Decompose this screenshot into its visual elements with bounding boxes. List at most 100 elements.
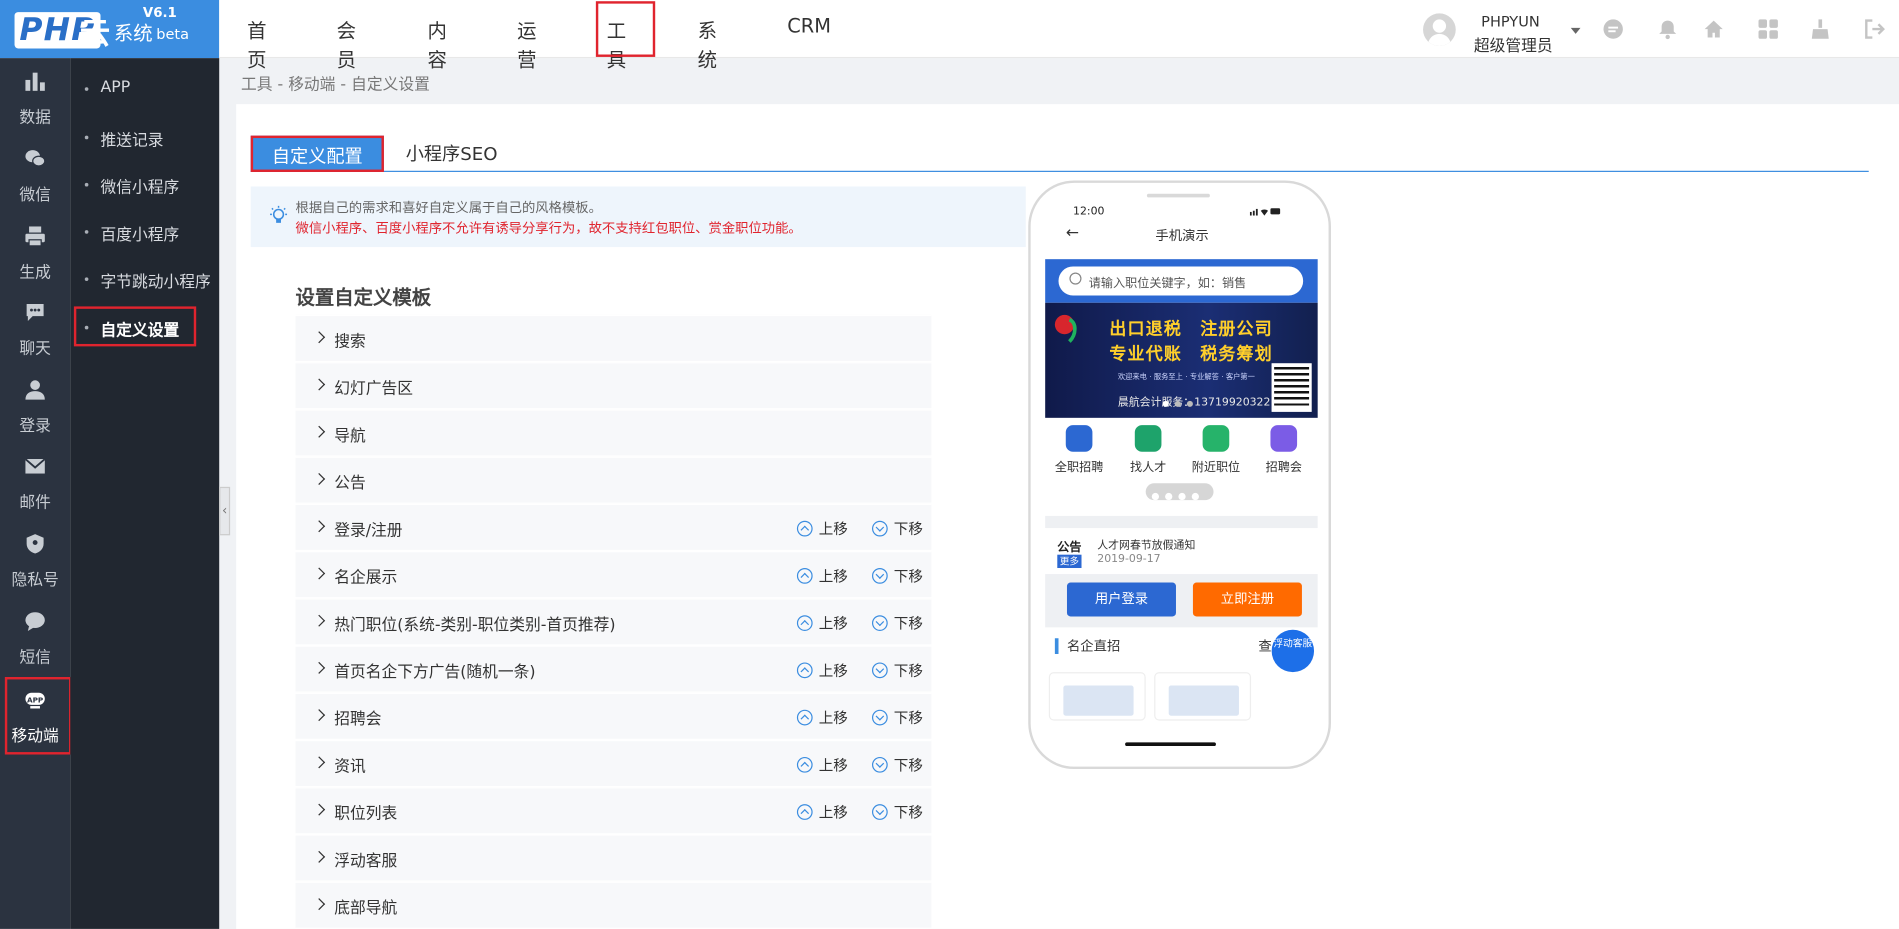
chevron-right-icon[interactable] — [313, 425, 326, 438]
move-up-button[interactable]: 上移 — [796, 518, 848, 539]
tab-mini-seo[interactable]: 小程序SEO — [406, 140, 498, 165]
chevron-right-icon[interactable] — [313, 331, 326, 344]
phone-search-input[interactable]: 请输入职位关键字，如：销售 — [1058, 266, 1304, 296]
chevron-right-icon[interactable] — [313, 472, 326, 485]
bullet-icon — [84, 182, 89, 187]
chevron-right-icon[interactable] — [313, 709, 326, 722]
company-image — [1168, 685, 1239, 716]
module-row-news[interactable]: 资讯 上移 下移 — [295, 739, 932, 787]
move-down-button[interactable]: 下移 — [871, 755, 923, 776]
module-row-job-fair[interactable]: 招聘会 上移 下移 — [295, 692, 932, 739]
move-down-button[interactable]: 下移 — [871, 707, 923, 728]
chevron-right-icon[interactable] — [313, 614, 326, 627]
module-row-job-list[interactable]: 职位列表 上移 下移 — [295, 787, 932, 834]
phone-notice-more[interactable]: 更多 — [1057, 554, 1082, 569]
sidebar-collapse-handle[interactable]: ‹ — [219, 486, 231, 536]
move-up-button[interactable]: 上移 — [796, 660, 848, 681]
chevron-right-icon[interactable] — [313, 378, 326, 391]
grid-icon[interactable] — [1757, 18, 1779, 40]
user-role: 超级管理员 — [1473, 37, 1553, 56]
tab-custom-config[interactable]: 自定义配置 — [250, 135, 384, 172]
phone-notice[interactable]: 公告 更多 人才网春节放假通知 2019-09-17 — [1045, 534, 1317, 573]
phone-nav-nearby[interactable]: 附近职位 — [1182, 423, 1250, 475]
module-row-hot-jobs[interactable]: 热门职位(系统-类别-职位类别-首页推荐) 上移 下移 — [295, 598, 932, 645]
submenu-item-wechat-mini[interactable]: 微信小程序 — [70, 167, 219, 203]
sidebar-item-wechat[interactable]: 微信 — [0, 136, 70, 211]
module-row-bottom-nav[interactable]: 底部导航 — [295, 881, 932, 928]
phone-home-indicator — [1125, 742, 1216, 747]
logo-version: V6.1 — [142, 4, 177, 21]
sidebar-item-chat[interactable]: 聊天 — [0, 289, 70, 364]
chevron-right-icon[interactable] — [313, 661, 326, 674]
topnav-crm[interactable]: CRM — [787, 15, 831, 38]
arrow-up-circle-icon — [796, 709, 813, 726]
topnav-members[interactable]: 会员 — [337, 15, 356, 73]
phone-login-button[interactable]: 用户登录 — [1066, 582, 1176, 617]
module-row-slides[interactable]: 幻灯广告区 — [295, 362, 932, 409]
sidebar-item-label: 数据 — [19, 108, 51, 128]
sidebar-item-data[interactable]: 数据 — [0, 58, 70, 133]
chevron-right-icon[interactable] — [313, 567, 326, 580]
submenu-item-bytedance-mini[interactable]: 字节跳动小程序 — [70, 262, 219, 298]
submenu-item-app[interactable]: APP — [70, 71, 219, 107]
chevron-down-icon[interactable] — [1570, 27, 1581, 34]
sidebar-item-sms[interactable]: 短信 — [0, 598, 70, 673]
topnav-home[interactable]: 首页 — [247, 15, 266, 73]
module-row-notice[interactable]: 公告 — [295, 456, 932, 503]
sidebar-item-generate[interactable]: 生成 — [0, 213, 70, 288]
section-title: 设置自定义模板 — [295, 285, 432, 309]
phone-nav-jobfair[interactable]: 招聘会 — [1250, 423, 1318, 475]
move-down-button[interactable]: 下移 — [871, 613, 923, 634]
company-card[interactable] — [1048, 672, 1146, 721]
topnav-system[interactable]: 系统 — [698, 15, 717, 73]
chevron-right-icon[interactable] — [313, 850, 326, 863]
module-label: 首页名企下方广告(随机一条) — [334, 663, 536, 682]
banner-line1: 出口退税 注册公司 — [1109, 319, 1273, 340]
company-card[interactable] — [1154, 672, 1252, 721]
app-logo[interactable]: PHP 云 系统 V6.1 beta — [0, 0, 220, 59]
move-down-button[interactable]: 下移 — [871, 660, 923, 681]
banner-dots — [1162, 390, 1199, 412]
move-up-button[interactable]: 上移 — [796, 707, 848, 728]
move-down-button[interactable]: 下移 — [871, 566, 923, 587]
phone-divider — [1045, 515, 1318, 529]
home-icon[interactable] — [1703, 18, 1725, 40]
move-up-button[interactable]: 上移 — [796, 755, 848, 776]
module-row-company-ad[interactable]: 首页名企下方广告(随机一条) 上移 下移 — [295, 645, 932, 692]
sidebar-item-privacy[interactable]: 隐私号 — [0, 521, 70, 596]
phone-nav-fulltime[interactable]: 全职招聘 — [1045, 423, 1113, 475]
submenu-item-baidu-mini[interactable]: 百度小程序 — [70, 214, 219, 250]
phone-float-service[interactable]: 浮动客服 — [1271, 629, 1315, 673]
module-row-float-service[interactable]: 浮动客服 — [295, 834, 932, 881]
avatar[interactable] — [1423, 13, 1456, 47]
module-row-search[interactable]: 搜索 — [295, 314, 932, 361]
chevron-right-icon[interactable] — [313, 803, 326, 816]
move-down-button[interactable]: 下移 — [871, 518, 923, 539]
broom-icon[interactable] — [1809, 18, 1831, 40]
chevron-right-icon[interactable] — [313, 756, 326, 769]
module-row-famous-companies[interactable]: 名企展示 上移 下移 — [295, 551, 932, 598]
submenu-item-push-records[interactable]: 推送记录 — [70, 120, 219, 156]
module-row-login-register[interactable]: 登录/注册 上移 下移 — [295, 503, 932, 550]
sidebar-item-label: 短信 — [19, 649, 51, 668]
phone-banner[interactable]: 出口退税 注册公司 专业代账 税务筹划 欢迎来电 · 服务至上 · 专业解答 ·… — [1045, 302, 1318, 418]
topnav-content[interactable]: 内容 — [428, 15, 447, 73]
chevron-right-icon[interactable] — [313, 520, 326, 533]
phone-register-button[interactable]: 立即注册 — [1192, 582, 1302, 617]
topnav-operation[interactable]: 运营 — [517, 15, 536, 73]
logout-icon[interactable] — [1864, 18, 1886, 40]
move-up-button[interactable]: 上移 — [796, 613, 848, 634]
bell-icon[interactable] — [1657, 18, 1679, 40]
sidebar-item-login[interactable]: 登录 — [0, 367, 70, 442]
phone-ent-more[interactable]: 查 — [1258, 636, 1271, 655]
chat-icon[interactable] — [1602, 18, 1624, 40]
move-up-button[interactable]: 上移 — [796, 802, 848, 823]
move-down-button[interactable]: 下移 — [871, 802, 923, 823]
move-up-button[interactable]: 上移 — [796, 566, 848, 587]
lightbulb-icon — [270, 205, 288, 223]
chevron-right-icon[interactable] — [313, 898, 326, 911]
arrow-up-circle-icon — [796, 756, 813, 773]
sidebar-item-mail[interactable]: 邮件 — [0, 443, 70, 518]
module-row-nav[interactable]: 导航 — [295, 409, 932, 456]
phone-nav-talent[interactable]: 找人才 — [1114, 423, 1182, 475]
